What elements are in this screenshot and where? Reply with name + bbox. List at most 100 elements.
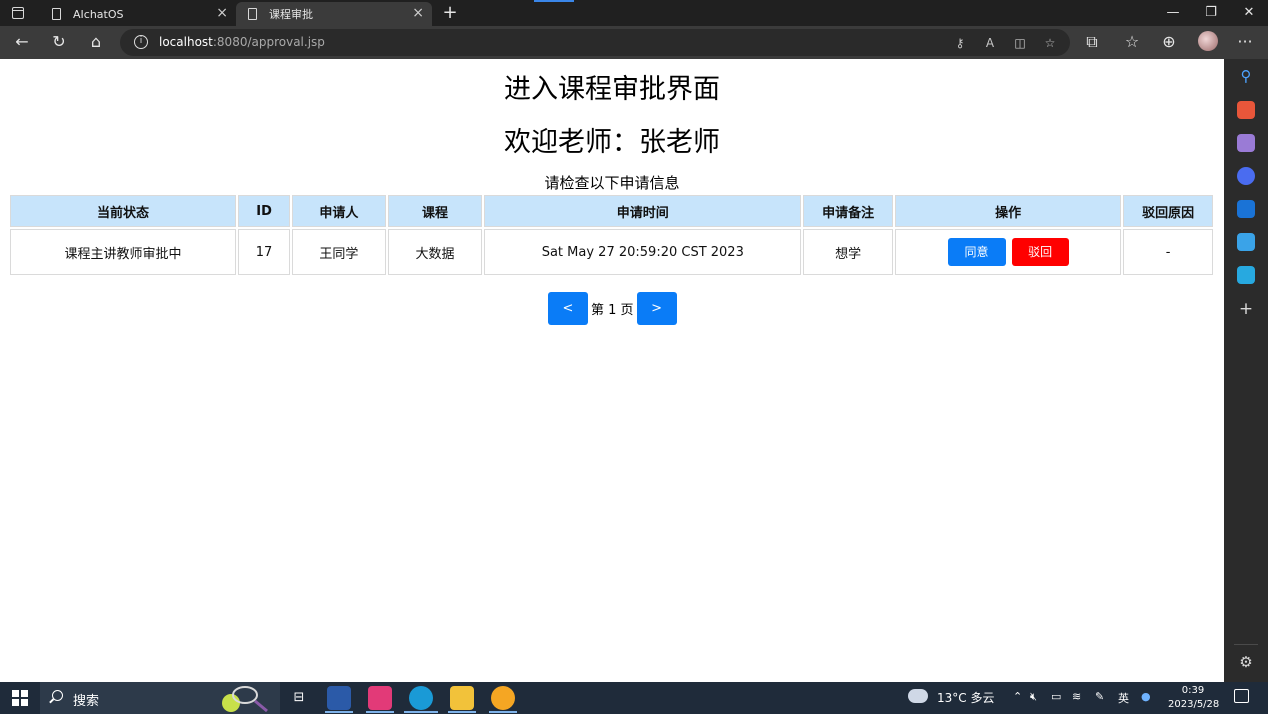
settings-icon[interactable]: ⚙	[1237, 653, 1255, 671]
key-icon[interactable]: ⚷	[950, 33, 970, 53]
tab-actions-icon[interactable]	[12, 7, 24, 19]
active-indicator	[448, 711, 476, 713]
favorites-icon[interactable]: ☆	[1120, 31, 1144, 53]
battery-icon[interactable]: ▭	[1051, 690, 1061, 703]
table-caption: 请检查以下申请信息	[544, 174, 680, 192]
header-course: 课程	[387, 195, 483, 227]
profile-avatar[interactable]	[1198, 31, 1218, 51]
toolbox-icon[interactable]	[1237, 101, 1255, 119]
split-screen-icon[interactable]: ◫	[1010, 33, 1030, 53]
header-applicant: 申请人	[291, 195, 386, 227]
back-icon[interactable]: ←	[10, 31, 34, 53]
read-aloud-icon[interactable]: A	[980, 33, 1000, 53]
approval-table: 当前状态 ID 申请人 课程 申请时间 申请备注 操作 驳回原因 课程主讲教师审…	[8, 193, 1215, 277]
chat-icon[interactable]: ●	[1141, 690, 1151, 703]
web-page: 进入课程审批界面 欢迎老师：张老师 请检查以下申请信息 当前状态 ID 申请人 …	[0, 59, 1224, 682]
restore-icon[interactable]: ❐	[1196, 4, 1226, 22]
divider	[1234, 644, 1258, 645]
table-row: 课程主讲教师审批中 17 王同学 大数据 Sat May 27 20:59:20…	[10, 229, 1213, 275]
close-window-icon[interactable]: ✕	[1234, 4, 1264, 22]
url-text[interactable]: localhost:8080/approval.jsp	[159, 35, 325, 49]
more-menu-icon[interactable]: ···	[1233, 31, 1257, 53]
collections-icon[interactable]: ⊕	[1157, 31, 1181, 53]
task-view-icon[interactable]: ⊟	[287, 686, 311, 710]
cell-actions: 同意 驳回	[894, 229, 1122, 275]
search-icon[interactable]: ⚲	[1237, 67, 1255, 85]
header-time: 申请时间	[484, 195, 802, 227]
copilot-icon[interactable]	[1237, 167, 1255, 185]
cell-applicant: 王同学	[291, 229, 386, 275]
page-icon	[52, 8, 61, 20]
clock-time: 0:39	[1181, 685, 1205, 696]
cell-time: Sat May 27 20:59:20 CST 2023	[484, 229, 802, 275]
cell-note: 想学	[803, 229, 893, 275]
app-icon[interactable]	[491, 686, 515, 710]
drag-indicator	[534, 0, 574, 2]
tab-aichatos[interactable]: AIchatOS ×	[40, 2, 236, 26]
tab-strip: AIchatOS × 课程审批 × + — ❐ ✕	[0, 0, 1268, 26]
ime-indicator[interactable]: 英	[1118, 690, 1129, 706]
header-actions: 操作	[894, 195, 1122, 227]
pen-icon[interactable]: ✎	[1095, 690, 1104, 703]
header-id: ID	[238, 195, 290, 227]
refresh-icon[interactable]: ↻	[47, 31, 71, 53]
cell-id: 17	[238, 229, 290, 275]
tennis-racket-icon	[222, 686, 268, 713]
cell-course: 大数据	[387, 229, 483, 275]
wifi-icon[interactable]: ≋	[1072, 690, 1081, 703]
page-title: 进入课程审批界面	[504, 74, 720, 105]
edge-icon[interactable]	[409, 686, 433, 710]
approve-button[interactable]: 同意	[947, 238, 1006, 266]
search-icon	[52, 690, 63, 701]
pagination: < 第 1 页 >	[548, 292, 677, 325]
add-icon[interactable]: +	[1237, 300, 1255, 318]
table-header-row: 当前状态 ID 申请人 课程 申请时间 申请备注 操作 驳回原因	[10, 195, 1213, 227]
welcome-heading: 欢迎老师：张老师	[504, 127, 720, 158]
prev-page-button[interactable]: <	[548, 292, 588, 325]
search-placeholder: 搜索	[73, 694, 100, 709]
cell-reject-reason: -	[1123, 229, 1213, 275]
page-indicator: 第 1 页	[591, 303, 634, 318]
show-hidden-icons-icon[interactable]: ⌃	[1013, 690, 1022, 703]
address-bar[interactable]: i localhost:8080/approval.jsp ⚷ A ◫ ☆	[120, 29, 1070, 56]
active-indicator	[325, 711, 353, 713]
info-icon[interactable]: i	[134, 35, 148, 49]
tab-title: AIchatOS	[73, 7, 124, 21]
home-icon[interactable]: ⌂	[84, 31, 108, 53]
people-icon[interactable]	[1237, 134, 1255, 152]
active-indicator	[404, 711, 438, 713]
send-icon[interactable]	[1237, 233, 1255, 251]
new-tab-icon[interactable]: +	[440, 2, 460, 24]
header-note: 申请备注	[803, 195, 893, 227]
minimize-icon[interactable]: —	[1158, 4, 1188, 22]
taskbar: 搜索 ⊟ 13°C 多云 ⌃ 🔇︎ ▭ ≋ ✎ 英 ● 0:39 2023/5/…	[0, 682, 1268, 714]
close-tab-icon[interactable]: ×	[216, 6, 228, 20]
header-reject-reason: 驳回原因	[1123, 195, 1213, 227]
extensions-icon[interactable]: ⧉	[1080, 31, 1104, 53]
outlook-icon[interactable]	[1237, 200, 1255, 218]
weather-cloud-icon[interactable]	[908, 684, 928, 703]
cell-status: 课程主讲教师审批中	[10, 229, 237, 275]
clock[interactable]: 0:39 2023/5/28	[1168, 684, 1220, 712]
clock-date: 2023/5/28	[1168, 699, 1220, 710]
file-explorer-icon[interactable]	[450, 686, 474, 710]
tab-title: 课程审批	[269, 8, 313, 21]
page-icon	[248, 8, 257, 20]
browser-sidebar: ⚲ + ⚙	[1224, 59, 1268, 682]
browser-toolbar: ← ↻ ⌂ i localhost:8080/approval.jsp ⚷ A …	[0, 26, 1268, 59]
close-tab-icon[interactable]: ×	[412, 6, 424, 20]
weather-text[interactable]: 13°C 多云	[937, 689, 994, 706]
windows-start-icon[interactable]	[12, 690, 28, 706]
next-page-button[interactable]: >	[636, 292, 677, 325]
notification-icon[interactable]	[1234, 689, 1249, 703]
active-indicator	[489, 711, 517, 713]
app-icon[interactable]	[1237, 266, 1255, 284]
intellij-icon[interactable]	[368, 686, 392, 710]
tab-course-approval[interactable]: 课程审批 ×	[236, 2, 432, 26]
header-status: 当前状态	[10, 195, 237, 227]
volume-mute-icon[interactable]: 🔇︎	[1030, 690, 1037, 704]
reject-button[interactable]: 驳回	[1011, 238, 1069, 266]
word-icon[interactable]	[327, 686, 351, 710]
active-indicator	[366, 711, 394, 713]
add-favorite-icon[interactable]: ☆	[1040, 33, 1060, 53]
